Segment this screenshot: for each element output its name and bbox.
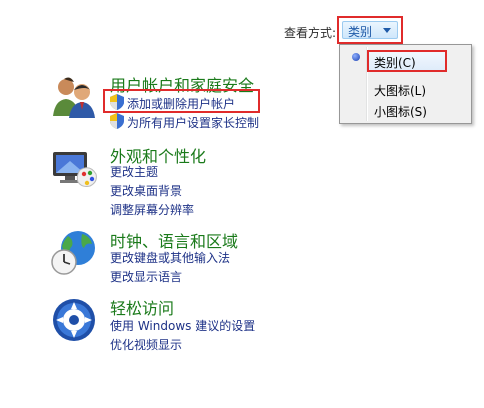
link-change-theme[interactable]: 更改主题 xyxy=(110,163,158,180)
view-by-dropdown-button[interactable]: 类别 xyxy=(337,16,403,44)
link-parental-controls[interactable]: 为所有用户设置家长控制 xyxy=(127,114,259,131)
menu-item-label: 大图标(L) xyxy=(374,84,427,98)
users-icon[interactable] xyxy=(50,72,98,120)
globe-clock-icon[interactable] xyxy=(50,228,98,276)
menu-item-small-icons[interactable]: 小图标(S) xyxy=(342,100,470,120)
monitor-palette-icon[interactable] xyxy=(50,146,98,194)
link-change-keyboard-input[interactable]: 更改键盘或其他输入法 xyxy=(110,249,230,266)
menu-item-category[interactable]: 类别(C) xyxy=(367,50,447,72)
link-change-display-language[interactable]: 更改显示语言 xyxy=(110,268,182,285)
link-change-desktop-background[interactable]: 更改桌面背景 xyxy=(110,182,182,199)
view-by-selected-value: 类别 xyxy=(348,25,373,39)
link-adjust-resolution[interactable]: 调整屏幕分辨率 xyxy=(110,201,194,218)
uac-shield-icon xyxy=(110,113,124,129)
ease-of-access-icon[interactable] xyxy=(50,296,98,344)
view-by-label: 查看方式: xyxy=(284,26,337,40)
radio-selected-icon xyxy=(352,53,360,61)
category-title-ease-of-access[interactable]: 轻松访问 xyxy=(110,295,174,319)
menu-item-label: 类别(C) xyxy=(374,56,416,70)
link-add-remove-user[interactable]: 添加或删除用户帐户 xyxy=(127,95,235,112)
chevron-down-icon xyxy=(383,28,391,33)
menu-item-label: 小图标(S) xyxy=(374,105,427,119)
uac-shield-icon xyxy=(110,94,124,110)
menu-item-large-icons[interactable]: 大图标(L) xyxy=(342,79,470,99)
link-windows-recommended-settings[interactable]: 使用 Windows 建议的设置 xyxy=(110,317,255,334)
link-optimize-visual-display[interactable]: 优化视频显示 xyxy=(110,336,182,353)
